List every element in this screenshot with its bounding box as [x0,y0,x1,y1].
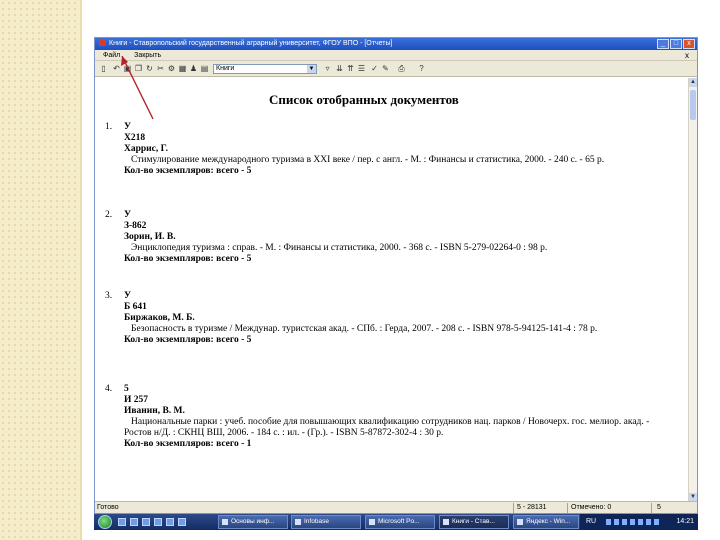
toolbar: ▯ ↶ ▣ ❐ ↻ ✂ ⚙ ▦ ♟ ▤ Книги ▼ ▿ ⇊ ⇈ ☰ ✓ ✎ … [95,61,697,77]
quick-launch-icon[interactable] [118,518,126,526]
entry-classification: У [124,122,131,132]
edit-icon[interactable]: ✎ [381,64,390,73]
app-icon [99,39,106,46]
print-icon[interactable]: ⎙ [397,64,406,73]
decorative-side-pattern [0,0,82,540]
application-window: Книги - Ставропольский государственный а… [94,37,698,514]
entry-classification: 5 [124,384,129,394]
maximize-button[interactable]: □ [670,39,682,49]
taskbar-item[interactable]: Яндекс - Win... [513,515,579,529]
quick-launch-icon[interactable] [142,518,150,526]
copy-icon[interactable]: ❐ [134,64,143,73]
status-divider [513,503,514,513]
sort-asc-icon[interactable]: ⇈ [346,64,355,73]
status-bar: Готово 5 - 28131 Отмечено: 0 5 [95,501,697,513]
report-entry-3: 3. У Б 641 Биржаков, М. Б. Безопасность … [105,291,677,346]
check-icon[interactable]: ✓ [370,64,379,73]
status-marked: Отмечено: 0 [571,504,612,511]
entry-shelf-code: Х218 [124,133,146,143]
entry-classification: У [124,210,131,220]
refresh-icon[interactable]: ↻ [145,64,154,73]
image-icon[interactable]: ▤ [200,64,209,73]
report-entry-4: 4. 5 И 257 Иванин, В. М. Национальные па… [105,384,677,450]
minimize-button[interactable]: _ [657,39,669,49]
list-icon[interactable]: ☰ [357,64,366,73]
entry-author: Иванин, В. М. [124,406,185,416]
filter-icon[interactable]: ▿ [323,64,332,73]
taskbar-item[interactable]: Infobase [291,515,361,529]
entry-classification: У [124,291,131,301]
entry-description: Безопасность в туризме / Междунар. турис… [131,324,598,334]
status-ready: Готово [97,504,119,511]
taskbar-item[interactable]: Microsoft Po... [365,515,435,529]
clock: 14:21 [676,518,694,525]
language-indicator[interactable]: RU [586,514,596,530]
vertical-scrollbar[interactable]: ▲ ▼ [688,78,697,502]
taskbar: Основы инф... Infobase Microsoft Po... К… [94,514,698,530]
document-close-button[interactable]: x [685,50,689,61]
entry-number: 4. [105,384,113,394]
entry-description: Энциклопедия туризма : справ. - М. : Фин… [131,243,548,253]
report-type-value: Книги [216,65,235,72]
start-button[interactable] [98,515,112,529]
sort-desc-icon[interactable]: ⇊ [335,64,344,73]
undo-icon[interactable]: ↶ [112,64,121,73]
entry-shelf-code: И 257 [124,395,149,405]
quick-launch-icon[interactable] [130,518,138,526]
status-divider [651,503,652,513]
status-divider [567,503,568,513]
report-entry-1: 1. У Х218 Харрис, Г. Стимулирование межд… [105,122,677,177]
window-controls: _ □ x [657,39,695,49]
taskbar-item[interactable]: Книги - Став... [439,515,509,529]
menu-file[interactable]: Файл [103,52,120,59]
entry-copies: Кол-во экземпляров: всего - 5 [124,166,252,176]
report-entry-2: 2. У З-862 Зорин, И. В. Энциклопедия тур… [105,210,677,265]
scroll-thumb[interactable] [690,90,696,120]
settings-icon[interactable]: ⚙ [167,64,176,73]
entry-copies: Кол-во экземпляров: всего - 5 [124,335,252,345]
report-type-select[interactable]: Книги ▼ [213,64,317,74]
taskbar-item[interactable]: Основы инф... [218,515,288,529]
entry-description: Национальные парки : учеб. пособие для п… [124,417,650,438]
title-bar: Книги - Ставропольский государственный а… [95,38,697,50]
entry-author: Зорин, И. В. [124,232,176,242]
menu-close[interactable]: Закрыть [134,52,161,59]
user-icon[interactable]: ♟ [189,64,198,73]
entry-shelf-code: З-862 [124,221,147,231]
entry-author: Биржаков, М. Б. [124,313,195,323]
quick-launch-icon[interactable] [166,518,174,526]
window-title: Книги - Ставропольский государственный а… [109,40,393,47]
save-icon[interactable]: ▣ [123,64,132,73]
help-icon[interactable]: ? [417,64,426,73]
entry-number: 2. [105,210,113,220]
entry-number: 3. [105,291,113,301]
chevron-down-icon[interactable]: ▼ [307,65,316,73]
status-count: 5 [657,504,661,511]
report-view: Список отобранных документов 1. У Х218 Х… [95,78,687,502]
entry-author: Харрис, Г. [124,144,168,154]
scroll-up-icon[interactable]: ▲ [689,78,697,87]
page-icon[interactable]: ▯ [99,64,108,73]
tray-icons[interactable] [606,519,662,525]
grid-icon[interactable]: ▦ [178,64,187,73]
report-title: Список отобранных документов [269,92,459,107]
cut-icon[interactable]: ✂ [156,64,165,73]
entry-copies: Кол-во экземпляров: всего - 5 [124,254,252,264]
entry-number: 1. [105,122,113,132]
close-button[interactable]: x [683,39,695,49]
quick-launch-icon[interactable] [154,518,162,526]
entry-copies: Кол-во экземпляров: всего - 1 [124,439,252,449]
status-page: 5 - 28131 [517,504,547,511]
quick-launch-icon[interactable] [178,518,186,526]
system-tray: RU 14:21 [580,514,698,530]
entry-description: Стимулирование международного туризма в … [131,155,605,165]
entry-shelf-code: Б 641 [124,302,147,312]
menu-bar: Файл Закрыть x [95,50,697,61]
